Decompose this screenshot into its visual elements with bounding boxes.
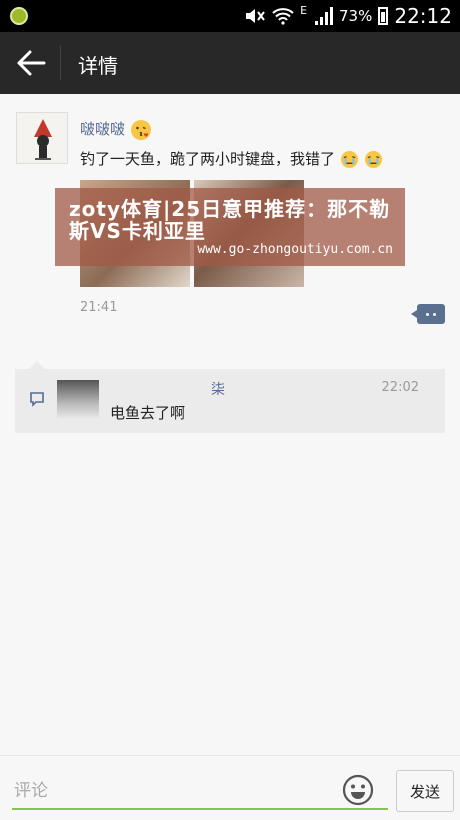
comment-timestamp: 22:02 [381,380,419,395]
network-type: E [300,4,308,17]
post-author-name[interactable]: 啵啵啵 [80,118,152,141]
avatar-illustration [17,113,67,163]
post-text-content: 钓了一天鱼，跪了两小时键盘，我错了 [80,150,336,168]
post-author-label: 啵啵啵 [80,120,126,138]
toolbar-divider [60,46,61,80]
comment-bubble-icon [30,392,44,407]
comments-section: 柒 22:02 电鱼去了啊 [15,361,445,433]
commenter-name[interactable]: 柒 [211,379,225,399]
post-timestamp: 21:41 [80,300,118,315]
send-button[interactable]: 发送 [396,770,454,812]
input-underline [12,808,388,810]
commenter-avatar[interactable] [57,380,99,420]
signal-icon [315,7,334,25]
dot [433,313,436,316]
dot [426,313,429,316]
emoji-picker-icon[interactable] [342,774,374,806]
back-arrow-icon[interactable] [16,49,46,77]
post-text: 钓了一天鱼，跪了两小时键盘，我错了 [80,148,383,169]
ad-watermark-banner: zoty体育|25日意甲推荐：那不勒斯VS卡利亚里 www.go-zhongou… [55,188,405,266]
page-title: 详情 [78,54,118,78]
crying-emoji-icon [364,150,382,169]
status-icons: E 73% 22:12 [244,4,452,28]
comment-input[interactable] [12,776,336,806]
ad-title: zoty体育|25日意甲推荐：那不勒斯VS卡利亚里 [69,197,391,243]
battery-percent: 73% [339,7,373,25]
comment-input-bar: 发送 [0,755,460,820]
kiss-emoji-icon [130,119,151,140]
mute-icon [246,9,265,23]
top-toolbar: 详情 [0,32,460,94]
battery-icon [378,7,389,25]
wifi-icon [272,8,294,25]
comment-text[interactable]: 电鱼去了啊 [110,402,185,423]
ad-url: www.go-zhongoutiyu.com.cn [197,242,393,257]
crying-emoji-icon [340,150,358,169]
clock: 22:12 [394,4,452,28]
app-notification-icon [10,7,28,25]
comment-action-button[interactable] [411,304,445,324]
post-author-avatar[interactable] [16,112,68,164]
status-bar: E 73% 22:12 [0,0,460,32]
